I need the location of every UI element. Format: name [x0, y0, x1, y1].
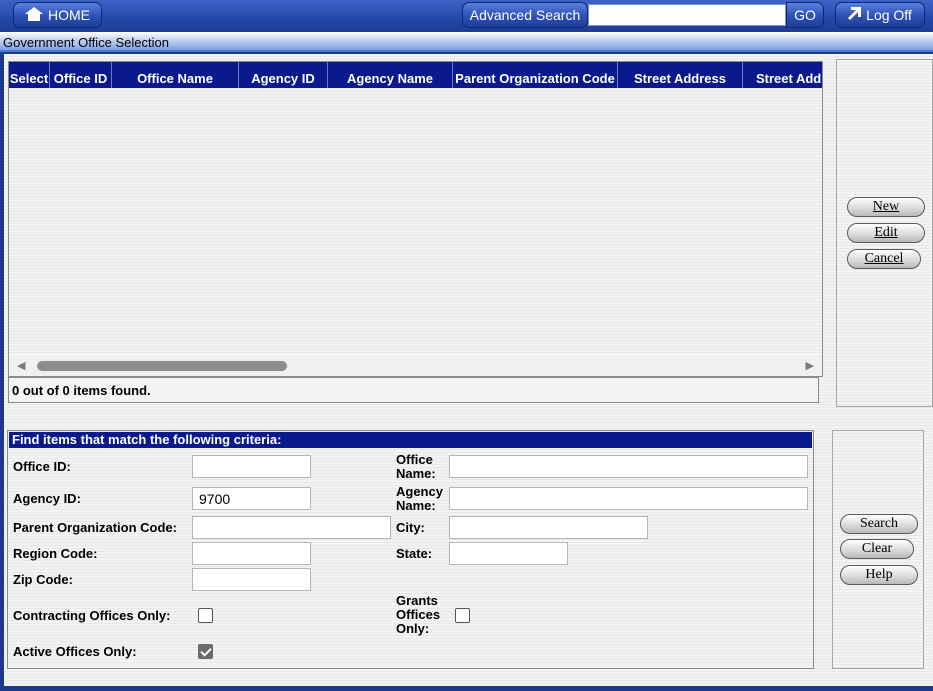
results-count: 0 out of 0 items found. [12, 383, 151, 398]
home-button[interactable]: HOME [13, 2, 102, 28]
office-name-field[interactable] [449, 455, 808, 478]
grants-offices-label-line-1: Grants [396, 593, 438, 608]
region-code-label: Region Code: [13, 546, 98, 561]
grants-offices-label-line-3: Only: [396, 621, 430, 636]
go-button[interactable]: GO [786, 2, 824, 28]
city-field[interactable] [449, 516, 648, 539]
grid-actions-panel: New Edit Cancel [836, 59, 933, 407]
grid-header-row: Select Office ID Office Name Agency ID A… [9, 62, 822, 88]
office-id-label: Office ID: [13, 459, 71, 474]
grants-offices-label-line-2: Offices [396, 607, 441, 622]
zip-code-field[interactable] [192, 568, 311, 591]
office-name-label-line-2: Name: [396, 466, 436, 481]
go-label: GO [794, 7, 816, 23]
parent-org-code-label: Parent Organization Code: [13, 520, 177, 535]
active-offices-label: Active Offices Only: [13, 644, 137, 659]
advanced-search-button[interactable]: Advanced Search [462, 2, 588, 28]
page-title-bar: Government Office Selection [0, 32, 933, 52]
col-street-address-2[interactable]: Street Add [743, 62, 822, 88]
contracting-offices-checkbox[interactable] [198, 608, 213, 623]
office-name-label: Office Name: [396, 453, 436, 481]
help-button[interactable]: Help [840, 565, 918, 585]
search-label: Search [859, 516, 899, 531]
results-grid: Select Office ID Office Name Agency ID A… [8, 61, 823, 377]
help-label: Help [865, 567, 893, 582]
scroll-right-icon[interactable]: ▶ [806, 359, 814, 372]
log-off-label: Log Off [866, 7, 912, 23]
col-street-address[interactable]: Street Address [618, 62, 743, 88]
region-code-field[interactable] [192, 542, 311, 565]
bottom-border [0, 686, 933, 691]
search-criteria-panel: Find items that match the following crit… [7, 430, 814, 669]
col-parent-org-code[interactable]: Parent Organization Code [453, 62, 618, 88]
home-label: HOME [48, 7, 90, 23]
new-label: New [872, 199, 900, 214]
advanced-search-label: Advanced Search [469, 7, 581, 23]
agency-name-label-line-2: Name: [396, 498, 436, 513]
grants-offices-label: Grants Offices Only: [396, 594, 440, 636]
home-icon [25, 6, 43, 24]
parent-org-code-field[interactable] [192, 516, 391, 539]
criteria-heading: Find items that match the following crit… [9, 432, 812, 448]
col-agency-id[interactable]: Agency ID [239, 62, 328, 88]
state-label: State: [396, 546, 433, 561]
log-off-button[interactable]: Log Off [835, 2, 925, 28]
office-name-label-line-1: Office [396, 452, 433, 467]
main-content: Select Office ID Office Name Agency ID A… [4, 54, 933, 686]
top-navigation-bar: HOME Advanced Search GO Log Off [0, 0, 933, 32]
edit-label: Edit [874, 225, 898, 240]
office-id-field[interactable] [192, 455, 311, 478]
clear-button[interactable]: Clear [840, 539, 914, 559]
scroll-left-icon[interactable]: ◀ [17, 359, 25, 372]
criteria-actions-panel: Search Clear Help [832, 430, 924, 669]
new-button[interactable]: New [847, 197, 925, 217]
horizontal-scrollbar[interactable]: ◀ ▶ [9, 355, 822, 376]
agency-name-label-line-1: Agency [396, 484, 443, 499]
agency-id-field[interactable] [192, 487, 311, 510]
search-button[interactable]: Search [840, 514, 918, 534]
agency-name-field[interactable] [449, 487, 808, 510]
page-title: Government Office Selection [3, 35, 169, 50]
results-count-bar: 0 out of 0 items found. [8, 377, 819, 403]
quick-search-input[interactable] [588, 4, 786, 26]
col-select[interactable]: Select [9, 62, 50, 88]
cancel-button[interactable]: Cancel [847, 249, 921, 269]
col-office-name[interactable]: Office Name [112, 62, 239, 88]
agency-name-label: Agency Name: [396, 485, 443, 513]
clear-label: Clear [861, 541, 893, 556]
grants-offices-checkbox[interactable] [455, 608, 470, 623]
edit-button[interactable]: Edit [847, 223, 925, 243]
cancel-label: Cancel [864, 251, 904, 266]
scrollbar-thumb[interactable] [37, 361, 287, 371]
active-offices-checkbox[interactable] [198, 644, 213, 659]
col-agency-name[interactable]: Agency Name [328, 62, 453, 88]
contracting-offices-label: Contracting Offices Only: [13, 608, 171, 623]
city-label: City: [396, 520, 425, 535]
agency-id-label: Agency ID: [13, 491, 81, 506]
state-field[interactable] [449, 542, 568, 565]
arrow-up-right-icon [848, 7, 862, 23]
zip-code-label: Zip Code: [13, 572, 73, 587]
col-office-id[interactable]: Office ID [50, 62, 112, 88]
